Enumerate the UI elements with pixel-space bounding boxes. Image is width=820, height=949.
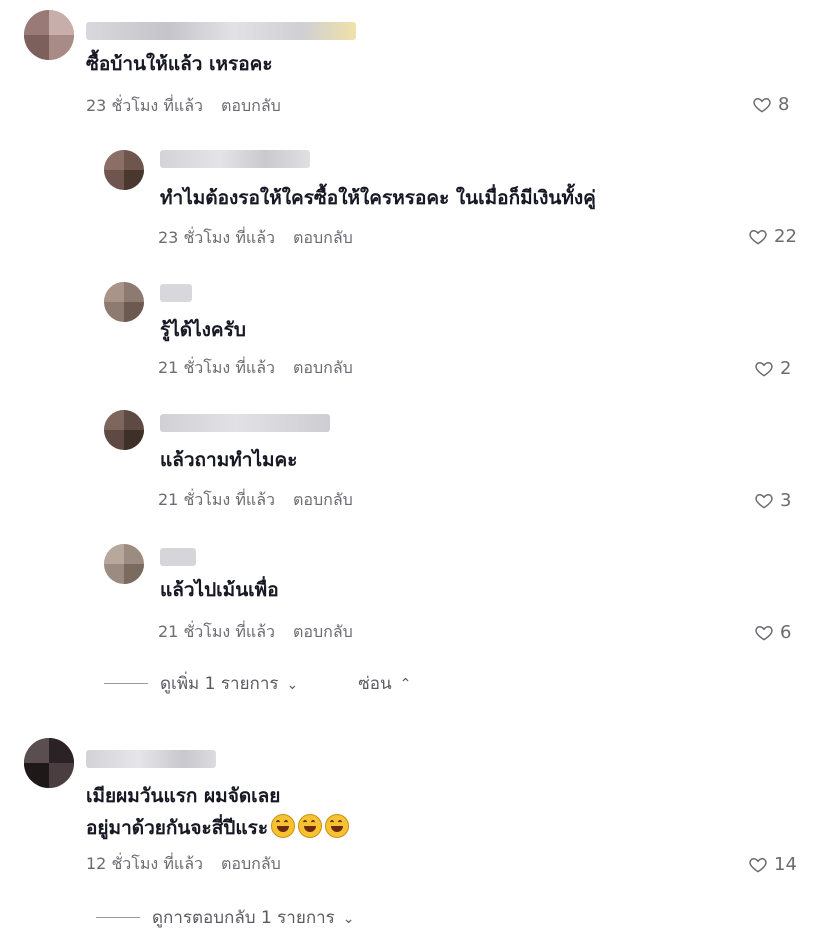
reply-meta: 23 ชั่วโมง ที่แล้ว ตอบกลับ	[158, 226, 353, 251]
avatar[interactable]	[104, 150, 144, 190]
like-count: 2	[780, 358, 792, 379]
reply-text: แล้วไปเม้นเพื่อ	[160, 579, 279, 601]
reply-text: แล้วถามทำไมคะ	[160, 449, 298, 471]
heart-icon	[755, 625, 773, 641]
heart-icon	[755, 493, 773, 509]
hide-replies-button[interactable]: ซ่อน ⌃	[358, 670, 411, 697]
replies-controls: ดูการตอบกลับ 1 รายการ ⌄	[96, 904, 355, 931]
heart-icon	[755, 361, 773, 377]
grinning-squinting-face-icon	[271, 814, 296, 838]
like-button[interactable]: 2	[754, 358, 791, 379]
reply-time: 21 ชั่วโมง ที่แล้ว	[158, 358, 275, 377]
comment-meta: 23 ชั่วโมง ที่แล้ว ตอบกลับ	[86, 94, 281, 119]
view-more-button[interactable]: ดูเพิ่ม 1 รายการ ⌄	[160, 670, 298, 697]
reply-meta: 21 ชั่วโมง ที่แล้ว ตอบกลับ	[158, 620, 353, 645]
view-more-label: ดูเพิ่ม 1 รายการ	[160, 674, 279, 694]
chevron-down-icon: ⌄	[286, 677, 299, 693]
comment-text-line2: อยู่มาด้วยกันจะสี่ปีแระ	[86, 814, 350, 842]
username-blurred[interactable]	[86, 22, 356, 40]
reply-text: รู้ได้ไงครับ	[160, 319, 246, 341]
like-button[interactable]: 3	[754, 490, 791, 511]
reply-button[interactable]: ตอบกลับ	[221, 854, 281, 873]
comment-time: 23 ชั่วโมง ที่แล้ว	[86, 96, 203, 115]
username-blurred[interactable]	[160, 150, 310, 168]
avatar[interactable]	[104, 410, 144, 450]
like-count: 6	[780, 622, 792, 643]
username-blurred[interactable]	[160, 414, 330, 432]
grinning-squinting-face-icon	[325, 814, 350, 838]
like-button[interactable]: 6	[754, 622, 791, 643]
view-replies-button[interactable]: ดูการตอบกลับ 1 รายการ ⌄	[152, 904, 355, 931]
reply-meta: 21 ชั่วโมง ที่แล้ว ตอบกลับ	[158, 488, 353, 513]
like-button[interactable]: 22	[748, 226, 797, 247]
avatar[interactable]	[104, 544, 144, 584]
like-count: 3	[780, 490, 792, 511]
like-button[interactable]: 14	[748, 854, 797, 875]
like-button[interactable]: 8	[752, 94, 789, 115]
avatar[interactable]	[24, 10, 74, 60]
comment-time: 12 ชั่วโมง ที่แล้ว	[86, 854, 203, 873]
divider	[96, 917, 140, 918]
username-blurred[interactable]	[160, 284, 192, 302]
reply-button[interactable]: ตอบกลับ	[293, 228, 353, 247]
comment-text-line1: เมียผมวันแรก ผมจัดเลย	[86, 785, 281, 807]
reply-meta: 21 ชั่วโมง ที่แล้ว ตอบกลับ	[158, 356, 353, 381]
like-count: 22	[774, 226, 797, 247]
avatar[interactable]	[104, 282, 144, 322]
chevron-up-icon: ⌃	[399, 675, 412, 692]
reply-time: 21 ชั่วโมง ที่แล้ว	[158, 622, 275, 641]
reply-time: 23 ชั่วโมง ที่แล้ว	[158, 228, 275, 247]
reply-button[interactable]: ตอบกลับ	[293, 622, 353, 641]
comment-text-line2-text: อยู่มาด้วยกันจะสี่ปีแระ	[86, 817, 269, 839]
heart-icon	[753, 97, 771, 113]
replies-controls: ดูเพิ่ม 1 รายการ ⌄ ซ่อน ⌃	[104, 670, 411, 697]
like-count: 8	[778, 94, 790, 115]
avatar[interactable]	[24, 738, 74, 788]
username-blurred[interactable]	[160, 548, 196, 566]
reply-button[interactable]: ตอบกลับ	[221, 96, 281, 115]
reply-button[interactable]: ตอบกลับ	[293, 358, 353, 377]
like-count: 14	[774, 854, 797, 875]
view-replies-label: ดูการตอบกลับ 1 รายการ	[152, 908, 335, 928]
reply-button[interactable]: ตอบกลับ	[293, 490, 353, 509]
chevron-down-icon: ⌄	[342, 911, 355, 927]
heart-icon	[749, 229, 767, 245]
reply-text: ทำไมต้องรอให้ใครซื้อให้ใครหรอคะ ในเมื่อก…	[160, 187, 596, 209]
username-blurred[interactable]	[86, 750, 216, 768]
reply-time: 21 ชั่วโมง ที่แล้ว	[158, 490, 275, 509]
comment-text: ซื้อบ้านให้แล้ว เหรอคะ	[86, 53, 273, 75]
heart-icon	[749, 857, 767, 873]
divider	[104, 683, 148, 684]
hide-label: ซ่อน	[358, 674, 392, 694]
comment-meta: 12 ชั่วโมง ที่แล้ว ตอบกลับ	[86, 852, 281, 877]
grinning-squinting-face-icon	[298, 814, 323, 838]
